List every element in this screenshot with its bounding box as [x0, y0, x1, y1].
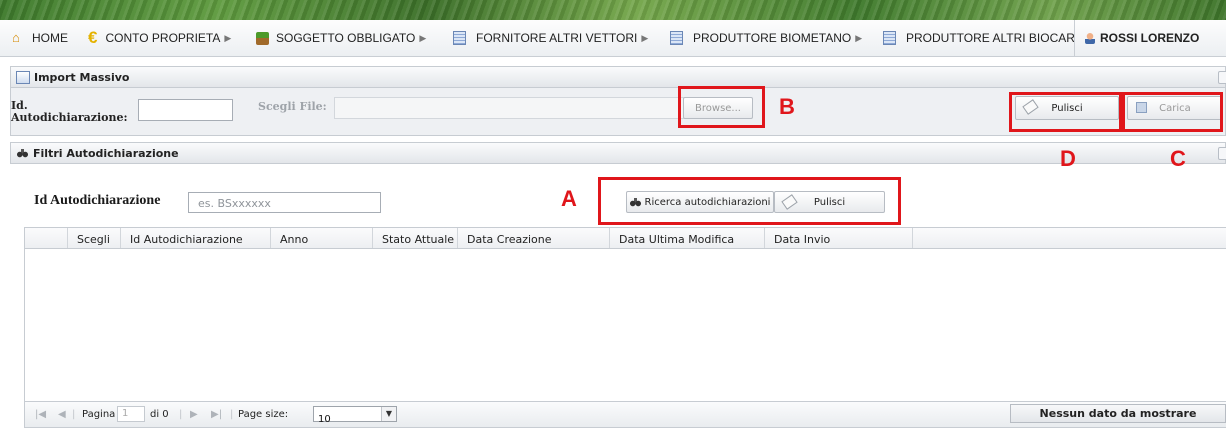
file-label: Scegli File: — [258, 100, 327, 113]
pager-page-input[interactable]: 1 — [117, 406, 145, 422]
nav-home[interactable]: ⌂ HOME — [12, 20, 68, 56]
user-name: ROSSI LORENZO — [1100, 31, 1200, 45]
grid-col-creazione[interactable]: Data Creazione — [458, 228, 610, 248]
nav-home-label: HOME — [32, 31, 68, 45]
page-size-select[interactable]: 10 ▼ — [313, 406, 397, 425]
user-menu[interactable]: ROSSI LORENZO — [1074, 20, 1226, 56]
chevron-down-icon[interactable]: ▼ — [381, 407, 396, 421]
grid-col-invio[interactable]: Data Invio — [765, 228, 913, 248]
next-page-icon[interactable]: ▶ — [190, 409, 198, 420]
filter-panel-header: Filtri Autodichiarazione — [10, 142, 1226, 164]
nav-arrow-icon: ▶ — [855, 32, 863, 43]
annotation-box-d — [1009, 92, 1122, 132]
document-icon — [670, 31, 683, 45]
header-banner-image — [0, 0, 1226, 20]
prev-page-icon[interactable]: ◀ — [58, 409, 66, 420]
filter-id-label: Id Autodichiarazione — [34, 193, 161, 208]
pager-page-label: Pagina — [82, 409, 116, 420]
pager-of-label: di 0 — [150, 409, 169, 420]
annotation-letter-c: C — [1170, 146, 1186, 171]
document-icon — [453, 31, 466, 45]
filter-id-input[interactable]: es. BSxxxxxx — [188, 192, 381, 213]
annotation-box-c — [1122, 92, 1223, 132]
nav-biometano[interactable]: PRODUTTORE BIOMETANO ▶ — [670, 20, 862, 56]
grid-pager: |◀ ◀ | Pagina 1 di 0 | ▶ ▶| | Page size:… — [25, 401, 1226, 427]
collapse-icon[interactable] — [1218, 71, 1226, 84]
autodichiarazioni-grid: Scegli Id Autodichiarazione Anno Stato A… — [24, 227, 1226, 428]
nav-biometano-label: PRODUTTORE BIOMETANO — [693, 31, 852, 45]
last-page-icon[interactable]: ▶| — [211, 409, 222, 420]
document-icon — [883, 31, 896, 45]
nav-arrow-icon: ▶ — [224, 32, 232, 43]
import-panel-header: Import Massivo — [10, 66, 1226, 88]
collapse-icon[interactable] — [1218, 147, 1226, 160]
top-navbar: ⌂ HOME € CONTO PROPRIETA ▶ SOGGETTO OBBL… — [0, 20, 1226, 57]
import-panel-title: Import Massivo — [34, 70, 130, 84]
annotation-box-a — [598, 177, 901, 225]
grid-header-row: Scegli Id Autodichiarazione Anno Stato A… — [25, 228, 1226, 249]
file-path-field[interactable] — [334, 97, 704, 119]
nav-soggetto-obbligato[interactable]: SOGGETTO OBBLIGATO ▶ — [256, 20, 426, 56]
filter-panel-title: Filtri Autodichiarazione — [33, 146, 179, 160]
annotation-letter-b: B — [779, 94, 795, 119]
nav-fornitore-label: FORNITORE ALTRI VETTORI — [476, 31, 638, 45]
id-autodichiarazione-label: Id. Autodichiarazione: — [11, 100, 128, 124]
nav-conto-proprieta[interactable]: € CONTO PROPRIETA ▶ — [88, 20, 231, 56]
grid-col-scegli[interactable]: Scegli — [68, 228, 121, 248]
euro-icon: € — [88, 28, 98, 47]
page-size-value: 10 — [318, 414, 331, 425]
plant-icon — [256, 31, 269, 45]
binoculars-icon — [17, 148, 28, 158]
nav-arrow-icon: ▶ — [419, 32, 427, 43]
nav-soggetto-label: SOGGETTO OBBLIGATO — [276, 31, 416, 45]
nav-conto-label: CONTO PROPRIETA — [105, 31, 221, 45]
first-page-icon[interactable]: |◀ — [35, 409, 46, 420]
page-size-label: Page size: — [238, 409, 289, 420]
grid-col-modifica[interactable]: Data Ultima Modifica — [610, 228, 765, 248]
id-label-line2: Autodichiarazione: — [11, 111, 128, 124]
import-icon — [16, 70, 30, 84]
user-icon — [1085, 32, 1095, 44]
nav-fornitore[interactable]: FORNITORE ALTRI VETTORI ▶ — [453, 20, 648, 56]
grid-col-anno[interactable]: Anno — [271, 228, 373, 248]
pager-separator: | — [72, 409, 76, 420]
annotation-letter-a: A — [561, 186, 577, 211]
grid-col-stato[interactable]: Stato Attuale — [373, 228, 458, 248]
pager-separator: | — [230, 409, 234, 420]
pager-separator: | — [179, 409, 183, 420]
home-icon: ⌂ — [12, 30, 20, 45]
grid-col-id[interactable]: Id Autodichiarazione — [121, 228, 271, 248]
id-autodichiarazione-input[interactable] — [138, 99, 233, 121]
annotation-box-b — [678, 86, 765, 128]
nav-biocar[interactable]: PRODUTTORE ALTRI BIOCAR — [883, 20, 1075, 56]
no-data-message: Nessun dato da mostrare — [1010, 404, 1226, 423]
grid-col-blank — [25, 228, 68, 248]
annotation-letter-d: D — [1060, 146, 1076, 171]
nav-biocar-label: PRODUTTORE ALTRI BIOCAR — [906, 31, 1075, 45]
nav-arrow-icon: ▶ — [641, 32, 649, 43]
